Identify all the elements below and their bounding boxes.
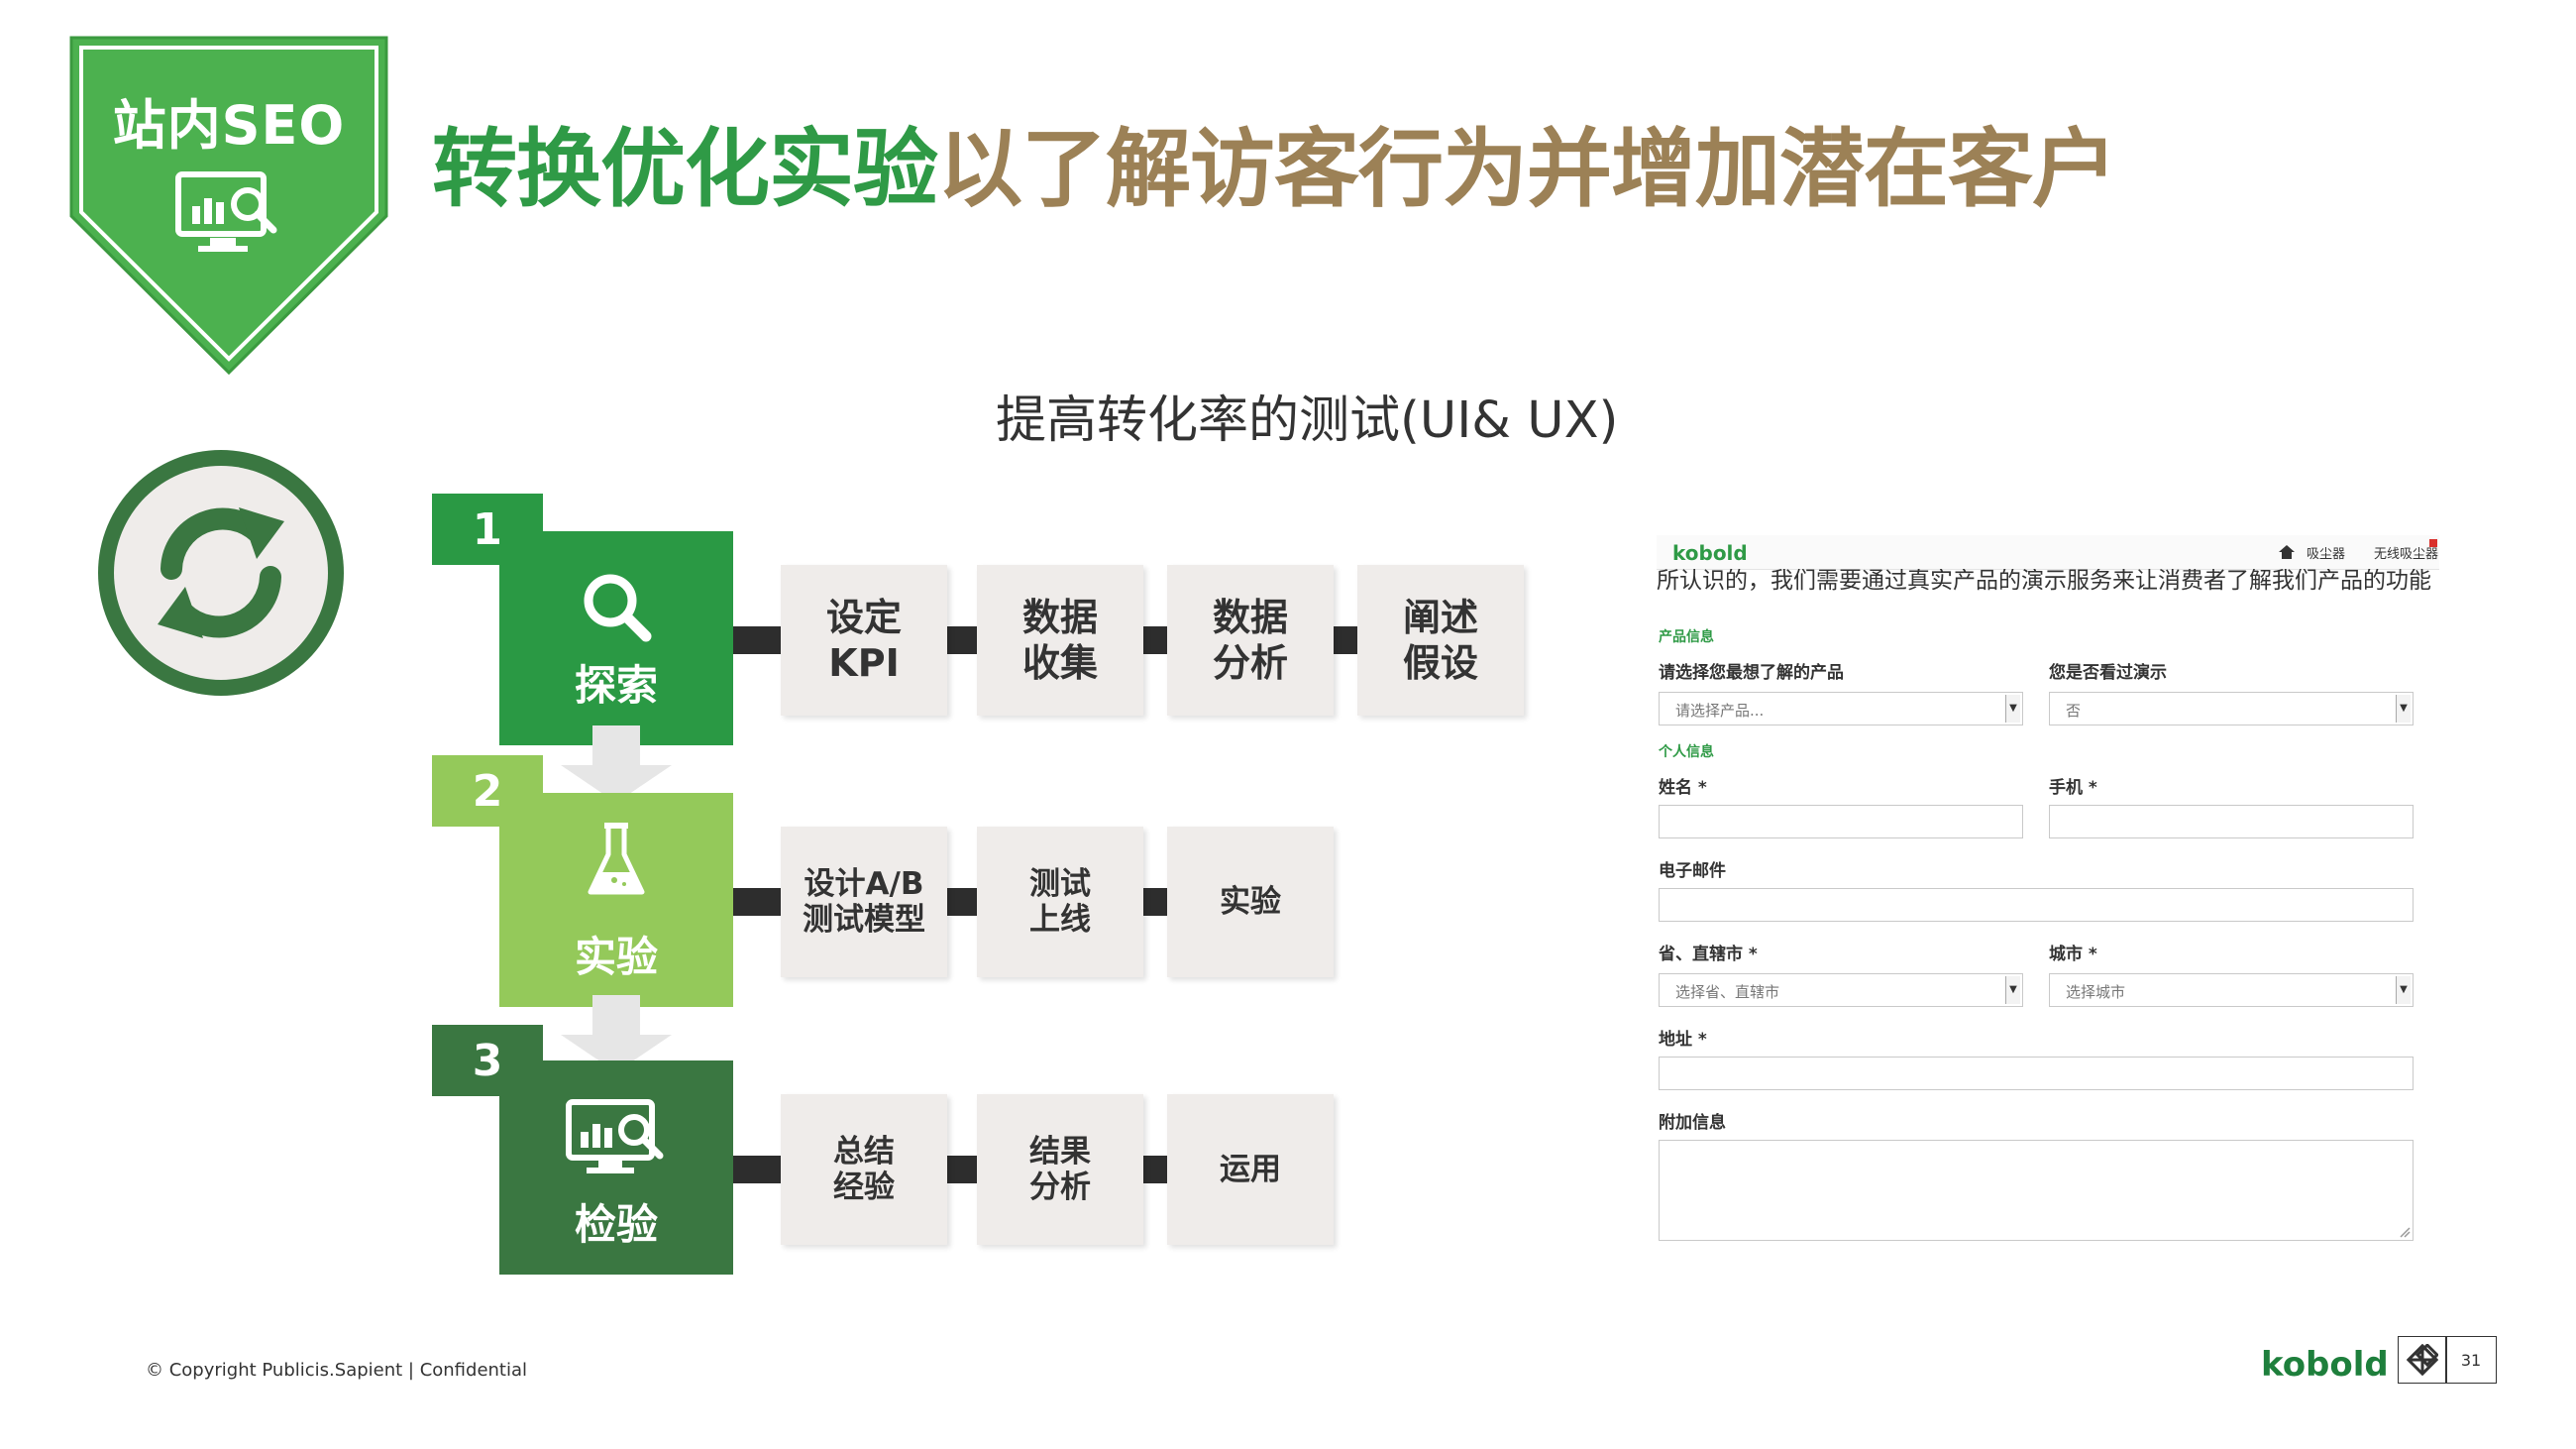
badge-label: 站内SEO	[112, 94, 346, 157]
chart-magnifier-icon	[566, 1099, 664, 1173]
flask-icon	[588, 823, 645, 895]
city-select[interactable]: 选择城市 ▼	[2049, 973, 2414, 1007]
product-select[interactable]: 请选择产品... ▼	[1659, 692, 2023, 725]
product-label: 请选择您最想了解的产品	[1659, 663, 1844, 683]
phone-label: 手机 *	[2049, 778, 2097, 798]
form-brand: kobold	[1672, 541, 1748, 565]
knot-logo-icon	[2407, 1344, 2438, 1376]
stage-experiment: 实验	[499, 793, 733, 1007]
section-subtitle: 提高转化率的测试(UI& UX)	[996, 391, 1619, 450]
stage-verify: 检验	[499, 1060, 733, 1275]
intro-text: 所认识的，我们需要通过真实产品的演示服务来让消费者了解我们产品的功能	[1657, 569, 2431, 591]
province-select[interactable]: 选择省、直辖市 ▼	[1659, 973, 2023, 1007]
task-box: 阐述 假设	[1357, 565, 1524, 716]
extra-label: 附加信息	[1659, 1113, 1726, 1133]
resize-handle-icon[interactable]	[2399, 1226, 2411, 1238]
page-number: 31	[2445, 1336, 2497, 1384]
stage-label: 实验	[574, 933, 658, 981]
stage-label: 探索	[574, 661, 658, 710]
task-box: 测试 上线	[977, 827, 1143, 977]
chevron-down-icon: ▼	[2396, 695, 2411, 723]
task-box: 实验	[1167, 827, 1334, 977]
chevron-down-icon: ▼	[2005, 695, 2020, 723]
email-label: 电子邮件	[1659, 861, 1726, 881]
demo-select[interactable]: 否 ▼	[2049, 692, 2414, 725]
name-field[interactable]	[1659, 805, 2023, 838]
badge-dot	[2429, 539, 2437, 547]
task-box: 设计A/B 测试模型	[781, 827, 947, 977]
task-box: 结果 分析	[977, 1094, 1143, 1245]
title-rest: 以了解访客行为并增加潜在客户	[937, 120, 2117, 219]
title-highlight: 转换优化实验	[432, 120, 938, 219]
home-icon[interactable]	[2279, 545, 2295, 559]
task-box: 数据 分析	[1167, 565, 1334, 716]
section-product: 产品信息	[1659, 629, 1714, 645]
task-box: 数据 收集	[977, 565, 1143, 716]
magnifier-icon	[584, 574, 652, 642]
down-arrow-icon	[561, 725, 672, 803]
extra-textarea[interactable]	[1659, 1140, 2414, 1241]
refresh-arrows-icon	[98, 450, 344, 696]
footer-brand-logo: kobold	[2261, 1345, 2389, 1385]
page-title: 转换优化实验以了解访客行为并增加潜在客户	[432, 99, 2117, 223]
task-box: 设定 KPI	[781, 565, 947, 716]
intro-text-clip: 所认识的，我们需要通过真实产品的演示服务来让消费者了解我们产品的功能	[1657, 569, 2439, 591]
email-field[interactable]	[1659, 888, 2414, 922]
chart-magnifier-icon	[175, 171, 277, 252]
province-label: 省、直辖市 *	[1659, 945, 1758, 964]
copyright-text: © Copyright Publicis.Sapient | Confident…	[146, 1360, 528, 1381]
demo-label: 您是否看过演示	[2049, 663, 2167, 683]
section-personal: 个人信息	[1659, 744, 1714, 760]
form-screenshot: kobold 吸尘器 无线吸尘器 所认识的，我们需要通过真实产品的演示服务来让消…	[1657, 535, 2439, 1249]
stage-label: 检验	[574, 1200, 658, 1249]
address-label: 地址 *	[1659, 1030, 1707, 1050]
task-box: 运用	[1167, 1094, 1334, 1245]
name-label: 姓名 *	[1659, 778, 1707, 798]
chevron-down-icon: ▼	[2005, 976, 2020, 1004]
task-box: 总结 经验	[781, 1094, 947, 1245]
nav-item[interactable]: 吸尘器	[2307, 543, 2345, 562]
stage-explore: 探索	[499, 531, 733, 745]
phone-field[interactable]	[2049, 805, 2414, 838]
chevron-down-icon: ▼	[2396, 976, 2411, 1004]
company-logo	[2398, 1336, 2447, 1384]
address-field[interactable]	[1659, 1057, 2414, 1090]
city-label: 城市 *	[2049, 945, 2097, 964]
